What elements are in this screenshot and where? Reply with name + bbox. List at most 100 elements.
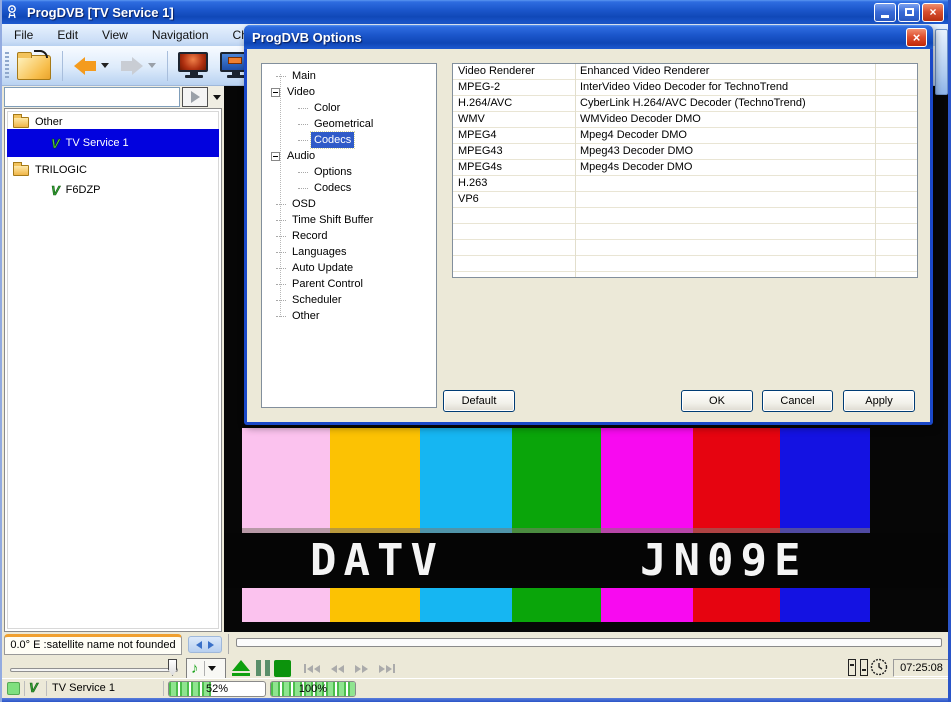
open-file-icon[interactable] [17, 55, 51, 80]
audio-track-button[interactable]: ♪ [186, 658, 226, 679]
scroll-left-icon[interactable] [196, 641, 202, 649]
minimize-button[interactable] [874, 3, 896, 22]
dialog-title-bar[interactable]: ProgDVB Options × [244, 25, 933, 49]
cancel-button[interactable]: Cancel [762, 390, 833, 412]
channel-v-icon: V [51, 183, 60, 198]
channel-v-icon: V [29, 680, 38, 695]
tree-item-parent-control[interactable]: Parent Control [262, 276, 436, 292]
caption-band: DATV JN09E [224, 533, 950, 588]
dialog-close-button[interactable]: × [906, 28, 927, 47]
app-icon [6, 4, 22, 20]
video-window-icon[interactable] [178, 52, 210, 79]
menu-view[interactable]: View [90, 26, 140, 44]
tree-item-auto-update[interactable]: Auto Update [262, 260, 436, 276]
clock-time: 07:25:08 [893, 659, 950, 677]
tree-item-audio-options[interactable]: Options [262, 164, 436, 180]
channel-v-icon: V [51, 136, 60, 151]
tree-item-main[interactable]: Main [262, 68, 436, 84]
dialog-title: ProgDVB Options [252, 30, 362, 45]
tree-item-audio-codecs[interactable]: Codecs [262, 180, 436, 196]
back-dropdown-icon[interactable] [101, 63, 109, 68]
tree-item-video-geometrical[interactable]: Geometrical [262, 116, 436, 132]
channel-label: F6DZP [66, 184, 101, 196]
status-bar: V TV Service 1 52% 100% [2, 678, 948, 698]
tree-item-audio[interactable]: Audio [262, 148, 436, 164]
equalizer-icon[interactable] [848, 659, 868, 676]
skip-start-button[interactable] [304, 664, 320, 673]
volume-slider-thumb[interactable] [168, 659, 177, 676]
tree-item-video-codecs[interactable]: Codecs [262, 132, 436, 148]
tree-item-other[interactable]: Other [262, 308, 436, 324]
pause-button[interactable] [256, 660, 270, 676]
menu-navigation[interactable]: Navigation [140, 26, 221, 44]
channel-group-trilogic[interactable]: TRILOGIC [7, 161, 219, 179]
forward-arrow-icon[interactable] [121, 57, 143, 75]
channel-item-tv-service-1[interactable]: V TV Service 1 [7, 129, 219, 157]
options-tree: Main Video Color Geometrical Codecs Audi… [261, 63, 437, 408]
maximize-button[interactable] [898, 3, 920, 22]
channel-label: TV Service 1 [66, 137, 129, 149]
tree-item-time-shift-buffer[interactable]: Time Shift Buffer [262, 212, 436, 228]
apply-button[interactable]: Apply [843, 390, 915, 412]
signal-quality-bar: 100% [270, 681, 356, 697]
play-channel-button[interactable] [182, 87, 208, 107]
video-caption-locator: JN09E [640, 535, 807, 586]
skip-end-button[interactable] [379, 664, 395, 673]
codec-row[interactable]: MPEG43Mpeg43 Decoder DMO [453, 144, 917, 160]
codec-row[interactable]: VP6 [453, 192, 917, 208]
menu-file[interactable]: File [2, 26, 45, 44]
tree-item-record[interactable]: Record [262, 228, 436, 244]
signal-level-label: 52% [169, 682, 265, 696]
back-arrow-icon[interactable] [74, 57, 96, 75]
fast-forward-button[interactable] [355, 665, 368, 673]
channel-item-f6dzp[interactable]: V F6DZP [7, 181, 219, 199]
tree-item-video[interactable]: Video [262, 84, 436, 100]
codec-row[interactable]: MPEG4sMpeg4s Decoder DMO [453, 160, 917, 176]
tree-item-languages[interactable]: Languages [262, 244, 436, 260]
folder-icon [13, 117, 29, 128]
progdvb-window: ProgDVB [TV Service 1] × File Edit View … [0, 0, 951, 702]
options-dialog: ProgDVB Options × Main Video Color Geome… [244, 25, 933, 425]
tab-scroll-buttons[interactable] [188, 636, 222, 653]
color-bars-bottom [224, 588, 950, 622]
eject-button[interactable] [232, 660, 250, 676]
codec-row[interactable]: MPEG4Mpeg4 Decoder DMO [453, 128, 917, 144]
group-label: Other [35, 116, 63, 128]
stop-button[interactable] [274, 660, 291, 677]
rewind-button[interactable] [331, 665, 344, 673]
volume-slider[interactable] [10, 668, 178, 672]
search-input[interactable] [4, 87, 180, 107]
right-scrollbar-thumb[interactable] [935, 29, 948, 95]
channel-list-panel: Other V TV Service 1 TRILOGIC V F6DZP [4, 108, 222, 632]
toolbar-gripper[interactable] [5, 52, 9, 80]
collapse-icon[interactable] [271, 152, 280, 161]
tree-item-osd[interactable]: OSD [262, 196, 436, 212]
window-title: ProgDVB [TV Service 1] [27, 5, 174, 20]
channel-search-row [4, 86, 224, 108]
tree-item-scheduler[interactable]: Scheduler [262, 292, 436, 308]
color-bars-top [224, 428, 950, 533]
codec-row[interactable]: Video RendererEnhanced Video Renderer [453, 64, 917, 80]
signal-status-icon [7, 682, 20, 695]
close-button[interactable]: × [922, 3, 944, 22]
tree-item-video-color[interactable]: Color [262, 100, 436, 116]
title-bar[interactable]: ProgDVB [TV Service 1] × [2, 0, 948, 24]
codec-row[interactable]: WMVWMVideo Decoder DMO [453, 112, 917, 128]
window-bottom-border [2, 698, 948, 702]
codec-row[interactable]: H.263 [453, 176, 917, 192]
music-note-icon: ♪ [191, 660, 199, 677]
video-caption-datv: DATV [310, 535, 444, 586]
dialog-body: Main Video Color Geometrical Codecs Audi… [247, 49, 930, 422]
codec-row[interactable]: H.264/AVCCyberLink H.264/AVC Decoder (Te… [453, 96, 917, 112]
seek-bar[interactable] [236, 638, 942, 647]
audio-dropdown-icon[interactable] [208, 666, 216, 671]
combo-dropdown-icon[interactable] [213, 95, 221, 100]
default-button[interactable]: Default [443, 390, 515, 412]
forward-dropdown-icon[interactable] [148, 63, 156, 68]
codec-row[interactable]: MPEG-2InterVideo Video Decoder for Techn… [453, 80, 917, 96]
menu-edit[interactable]: Edit [45, 26, 90, 44]
collapse-icon[interactable] [271, 88, 280, 97]
ok-button[interactable]: OK [681, 390, 753, 412]
satellite-tab[interactable]: 0.0° E :satellite name not founded [4, 634, 182, 655]
scroll-right-icon[interactable] [208, 641, 214, 649]
